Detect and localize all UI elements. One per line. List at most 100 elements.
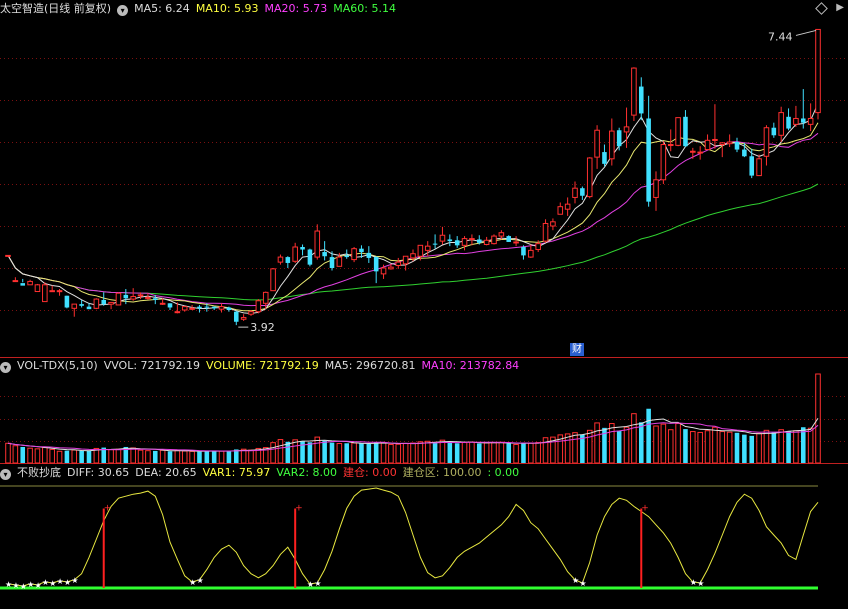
low-price-label: 3.92 <box>250 321 274 334</box>
candle-body <box>483 239 490 245</box>
volume-bar <box>675 423 681 464</box>
volume-bar <box>42 447 48 464</box>
volume-bar <box>336 443 343 464</box>
ma10-label: MA10: 5.93 <box>195 2 259 15</box>
candle-body <box>550 221 556 227</box>
volume-bar <box>572 432 578 464</box>
candle-body <box>660 144 667 181</box>
candle-body <box>20 283 26 286</box>
candle-body <box>417 244 424 257</box>
star-marker: ★ <box>307 580 314 589</box>
diff-label: DIFF: 30.65 <box>67 466 130 479</box>
candle-body <box>653 179 659 198</box>
volume-bar <box>498 441 505 464</box>
star-marker: ★ <box>27 580 34 589</box>
star-marker: ★ <box>697 579 704 588</box>
buy-signal-plus: + <box>641 503 649 513</box>
volume-bar <box>395 443 402 464</box>
candle-body <box>255 300 262 313</box>
expand-arrow-icon[interactable]: ▶ <box>836 2 844 13</box>
candle-body <box>79 304 84 306</box>
volume-bar <box>742 434 747 463</box>
extra-label: : 0.00 <box>487 466 520 479</box>
stock-title[interactable]: 太空智造(日线 前复权) <box>0 2 111 15</box>
candle-body <box>793 117 799 125</box>
finance-badge[interactable]: 财 <box>570 343 584 356</box>
candle-body <box>71 303 78 309</box>
dropdown-icon[interactable]: ▾ <box>0 469 11 480</box>
volume-bar <box>285 441 291 463</box>
volume-bar <box>145 450 151 464</box>
volume-bar <box>646 408 651 463</box>
candle-body <box>439 234 446 242</box>
candle-body <box>726 141 733 145</box>
candle-body <box>292 246 298 262</box>
star-marker: ★ <box>189 578 196 587</box>
volume-bar <box>535 442 541 464</box>
candle-body <box>344 255 350 258</box>
candle-body <box>351 248 357 261</box>
volume-bar <box>49 448 55 464</box>
volume-bar <box>586 429 593 464</box>
volume-bar <box>513 444 519 464</box>
volume-bar <box>329 442 335 463</box>
chart-canvas: 7.443.92★★★★★★★★★★★★★★★★★★+++++ <box>0 28 848 591</box>
volume-bar <box>64 450 70 463</box>
candle-body <box>262 291 269 304</box>
volume-bar <box>344 443 350 463</box>
star-marker: ★ <box>5 580 12 589</box>
volume-bar <box>417 441 424 464</box>
var1-label: VAR1: 75.97 <box>202 466 271 479</box>
volume-bar <box>130 447 136 464</box>
high-price-label: 7.44 <box>768 30 793 43</box>
candle-body <box>506 236 512 242</box>
volume-bar <box>631 413 637 464</box>
star-marker: ★ <box>20 582 27 591</box>
candle-body <box>152 298 158 300</box>
candle-body <box>778 112 784 136</box>
volume-bar <box>5 442 11 464</box>
ma5-label: MA5: 6.24 <box>134 2 190 15</box>
candle-body <box>204 306 210 308</box>
candle-body <box>513 241 519 244</box>
indicator-header: ▾ 不败抄底 DIFF: 30.65 DEA: 20.65 VAR1: 75.97 VAR… <box>0 465 525 481</box>
candle-body <box>402 255 409 265</box>
candle-body <box>447 239 453 242</box>
indicator-title[interactable]: 不败抄底 <box>17 466 61 479</box>
vvol-label: VVOL: 721792.19 <box>103 359 201 372</box>
volume-bar <box>79 450 84 463</box>
volume-bar <box>521 442 526 463</box>
volume-bar <box>690 431 696 464</box>
star-marker: ★ <box>34 581 41 590</box>
volume-bar <box>483 442 490 464</box>
volume-bar <box>189 450 195 464</box>
candle-body <box>137 294 144 297</box>
volume-bar <box>653 425 659 464</box>
candle-body <box>667 144 674 147</box>
candle-body <box>181 306 188 311</box>
volume-bar <box>115 448 122 464</box>
vol-title[interactable]: VOL-TDX(5,10) <box>17 359 98 372</box>
volume-bar <box>402 443 409 464</box>
candle-body <box>314 230 321 258</box>
candle-body <box>233 311 239 322</box>
candle-body <box>580 188 585 196</box>
volume-bar <box>211 450 217 463</box>
volume-bar <box>233 449 239 463</box>
ma60-line <box>7 183 819 301</box>
candle-body <box>749 156 755 176</box>
star-marker: ★ <box>690 578 697 587</box>
candle-body <box>594 129 600 158</box>
candle-body <box>130 296 136 300</box>
candle-body <box>646 118 651 202</box>
dropdown-icon[interactable]: ▾ <box>117 5 129 16</box>
dropdown-icon[interactable]: ▾ <box>0 362 11 373</box>
candle-body <box>159 302 166 305</box>
volume-bar <box>564 433 571 464</box>
buy-signal-plus: + <box>104 503 112 513</box>
candle-body <box>300 247 305 250</box>
candle-body <box>395 261 402 266</box>
volume-bar <box>726 431 733 464</box>
candle-body <box>167 303 173 308</box>
candle-body <box>145 296 151 299</box>
